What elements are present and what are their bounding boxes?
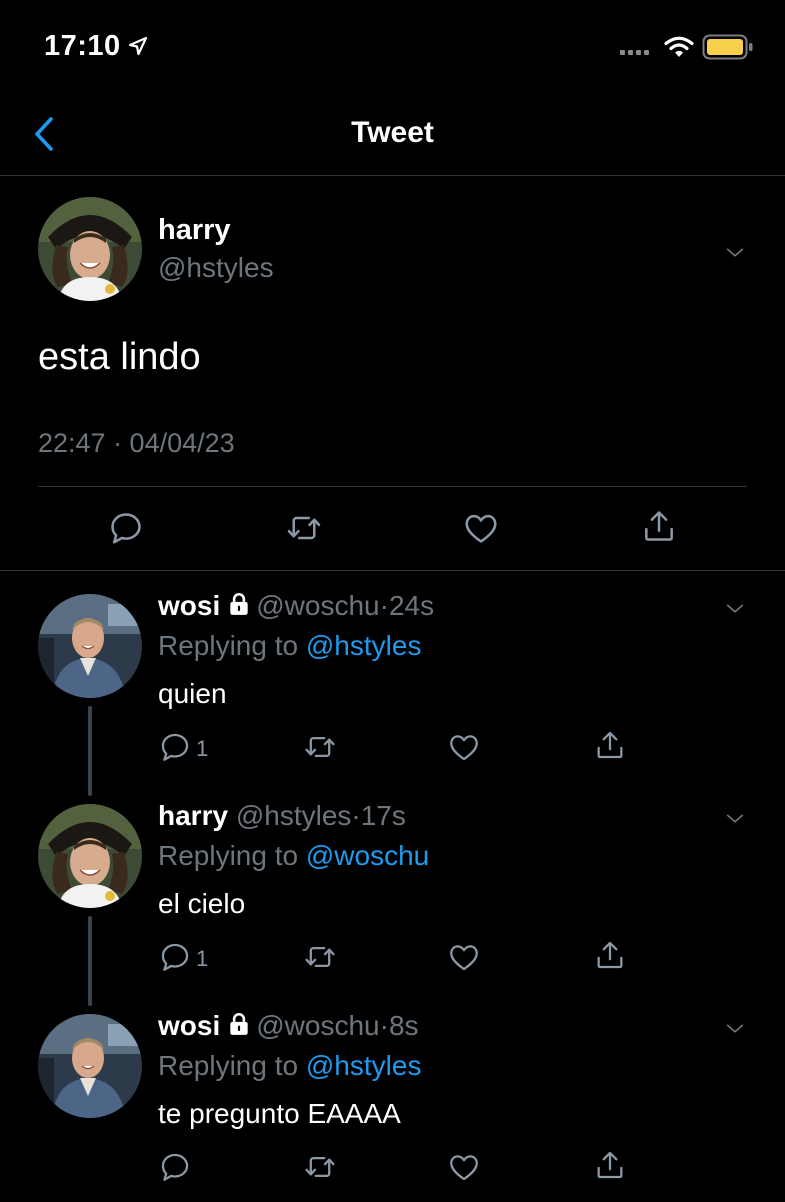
chevron-down-icon[interactable] [722,242,748,269]
reply-icon[interactable] [107,509,145,552]
replying-to-label: Replying to [158,630,306,661]
reply-time: 8s [388,1010,419,1041]
author-name[interactable]: harry [158,800,228,831]
reply-actions: 1 [0,940,785,980]
divider [0,570,785,571]
status-time: 17:10 [44,30,121,62]
reply-tweet: wosi @woschu·24s Replying to @hstyles qui… [0,572,785,796]
cellular-signal-icon [620,50,649,55]
author-handle[interactable]: @woschu [256,590,379,621]
retweet-icon[interactable] [302,940,338,979]
tweet-text: esta lindo [38,336,201,378]
replying-to-label: Replying to [158,840,306,871]
reply-time: 17s [360,800,406,831]
reply-text: te pregunto EAAAA [158,1098,401,1129]
lock-icon [226,591,252,624]
reply-tweet: harry @hstyles·17s Replying to @woschu e… [0,782,785,1006]
page-title: Tweet [351,116,434,149]
reply-header: harry @hstyles·17s [158,800,406,832]
separator-dot: · [351,800,361,831]
reply-actions [0,1150,785,1190]
lock-icon [226,1011,252,1044]
avatar[interactable] [38,1014,142,1118]
author-handle[interactable]: @woschu [256,1010,379,1041]
wifi-icon [664,35,694,64]
reply-text: quien [158,678,227,709]
share-icon[interactable] [640,507,678,550]
retweet-icon[interactable] [302,1150,338,1189]
reply-actions: 1 [0,730,785,770]
mention-link[interactable]: @hstyles [306,630,422,661]
share-icon[interactable] [593,938,627,977]
replying-to: Replying to @hstyles [158,1050,421,1082]
reply-header: wosi @woschu·8s [158,1010,419,1044]
replying-to: Replying to @hstyles [158,630,421,662]
reply-header: wosi @woschu·24s [158,590,434,624]
like-icon[interactable] [447,1150,481,1189]
author-name[interactable]: wosi [158,1010,220,1041]
retweet-icon[interactable] [284,509,324,552]
separator-dot: · [379,590,389,621]
reply-count: 1 [196,736,209,761]
share-icon[interactable] [593,1148,627,1187]
reply-icon[interactable] [158,730,192,769]
author-name[interactable]: harry [158,214,231,247]
avatar[interactable] [38,594,142,698]
reply-icon[interactable] [158,940,192,979]
divider [38,486,747,487]
separator-dot: · [379,1010,389,1041]
like-icon[interactable] [447,940,481,979]
battery-icon [702,34,754,65]
avatar[interactable] [38,804,142,908]
replying-to: Replying to @woschu [158,840,429,872]
reply-icon[interactable] [158,1150,192,1189]
chevron-down-icon[interactable] [722,598,748,625]
reply-tweet: wosi @woschu·8s Replying to @hstyles te p… [0,992,785,1202]
tweet-timestamp: 22:47 · 04/04/23 [38,428,235,458]
reply-count: 1 [196,946,209,971]
reply-time: 24s [388,590,435,621]
mention-link[interactable]: @hstyles [306,1050,422,1081]
author-handle[interactable]: @hstyles [158,252,274,284]
nav-bar: Tweet [0,96,785,176]
like-icon[interactable] [462,509,500,552]
chevron-down-icon[interactable] [722,808,748,835]
replying-to-label: Replying to [158,1050,306,1081]
status-bar: 17:10 [0,0,785,96]
author-handle[interactable]: @hstyles [236,800,352,831]
like-icon[interactable] [447,730,481,769]
author-name[interactable]: wosi [158,590,220,621]
tweet-actions [0,501,785,569]
share-icon[interactable] [593,728,627,767]
reply-text: el cielo [158,888,246,919]
avatar[interactable] [38,197,142,301]
chevron-down-icon[interactable] [722,1018,748,1045]
mention-link[interactable]: @woschu [306,840,429,871]
location-arrow-icon [128,36,148,61]
retweet-icon[interactable] [302,730,338,769]
